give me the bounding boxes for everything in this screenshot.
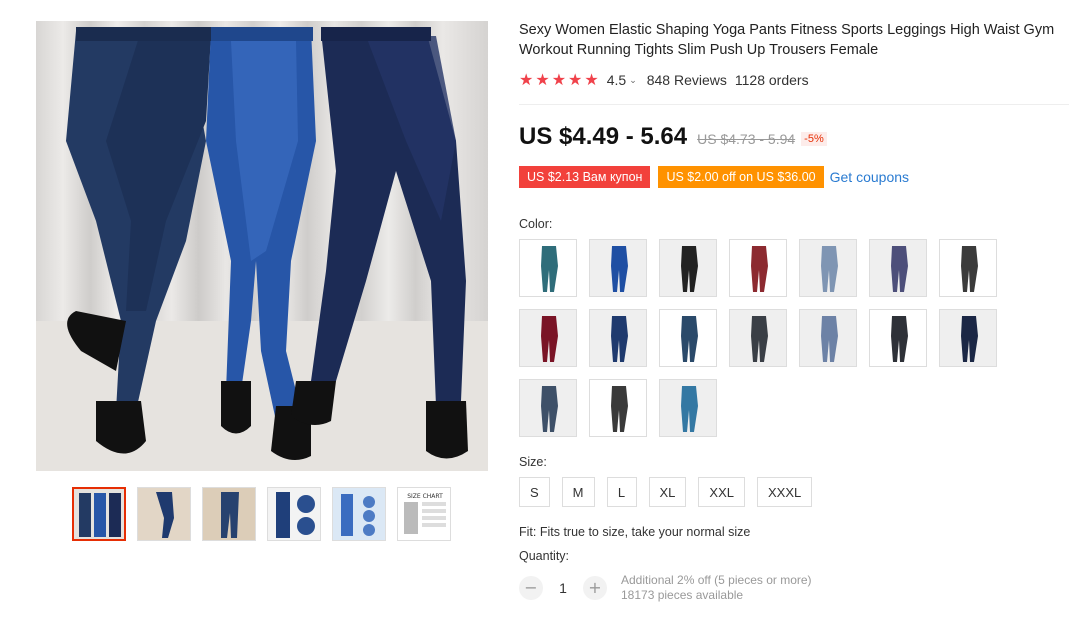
star-icon: ★ [535,72,550,89]
quantity-stepper: − 1 + Additional 2% off (5 pieces or mor… [519,573,1071,603]
star-icon: ★ [551,72,567,89]
coupon-row: US $2.13 Вам купон US $2.00 off on US $3… [519,165,1071,189]
size-option[interactable]: XXL [698,477,745,507]
thumbnail-2[interactable] [137,487,191,541]
color-swatch[interactable] [519,309,577,367]
size-option[interactable]: S [519,477,550,507]
product-info: Sexy Women Elastic Shaping Yoga Pants Fi… [519,20,1071,603]
color-label: Color: [519,217,553,231]
color-swatch[interactable] [659,379,717,437]
thumbnail-3[interactable] [202,487,256,541]
color-swatch[interactable] [799,239,857,297]
product-title: Sexy Women Elastic Shaping Yoga Pants Fi… [519,22,1055,58]
size-option[interactable]: L [606,477,637,507]
divider [519,104,1069,105]
size-chart-caption: SIZE CHART [407,493,443,500]
size-label: Size: [519,455,547,469]
thumbnail-4[interactable] [267,487,321,541]
fit-note: Fit: Fits true to size, take your normal… [519,525,751,539]
color-swatch[interactable] [939,309,997,367]
color-swatch[interactable] [659,309,717,367]
size-options: S M L XL XXL XXXL [519,477,1071,507]
color-swatch[interactable] [869,309,927,367]
rating-value[interactable]: 4.5 [607,72,626,88]
bulk-discount-note: Additional 2% off (5 pieces or more) [621,573,812,587]
size-option[interactable]: M [561,477,595,507]
star-rating: ★ ★ ★ ★ ★ [519,70,599,90]
stock-available: 18173 pieces available [621,588,744,602]
star-icon: ★ [568,72,583,89]
color-swatches [519,239,1071,437]
quantity-value[interactable]: 1 [543,580,583,596]
color-swatch[interactable] [519,239,577,297]
color-swatch[interactable] [659,239,717,297]
quantity-info: Additional 2% off (5 pieces or more) 181… [621,573,812,603]
quantity-increase-button[interactable]: + [583,576,607,600]
quantity-label: Quantity: [519,549,570,563]
color-swatch[interactable] [519,379,577,437]
color-swatch[interactable] [589,239,647,297]
thumbnail-1[interactable] [72,487,126,541]
size-option[interactable]: XXXL [757,477,813,507]
star-icon: ★ [584,72,599,89]
thumbnail-5[interactable] [332,487,386,541]
thumbnail-strip: SIZE CHART [72,487,451,541]
coupon-threshold[interactable]: US $2.00 off on US $36.00 [658,166,824,188]
orders-count: 1128 orders [734,72,809,88]
color-swatch[interactable] [729,239,787,297]
rating-row: ★ ★ ★ ★ ★ 4.5 ⌄ 848 Reviews 1128 orders [519,70,1071,90]
price: US $4.49 - 5.64 [519,123,688,150]
color-swatch[interactable] [589,379,647,437]
color-swatch[interactable] [869,239,927,297]
color-swatch[interactable] [799,309,857,367]
quantity-decrease-button[interactable]: − [519,576,543,600]
color-swatch[interactable] [589,309,647,367]
thumbnail-6-size-chart[interactable]: SIZE CHART [397,487,451,541]
color-swatch[interactable] [729,309,787,367]
discount-badge: -5% [801,132,827,146]
get-coupons-link[interactable]: Get coupons [830,169,909,185]
price-row: US $4.49 - 5.64 US $4.73 - 5.94 -5% [519,123,1071,151]
coupon-store[interactable]: US $2.13 Вам купон [519,166,651,188]
star-icon: ★ [519,72,534,89]
old-price: US $4.73 - 5.94 [697,131,796,147]
size-option[interactable]: XL [648,477,687,507]
reviews-link[interactable]: 848 Reviews [647,72,727,88]
main-product-image[interactable] [36,21,488,471]
chevron-down-icon[interactable]: ⌄ [629,75,637,86]
color-swatch[interactable] [939,239,997,297]
